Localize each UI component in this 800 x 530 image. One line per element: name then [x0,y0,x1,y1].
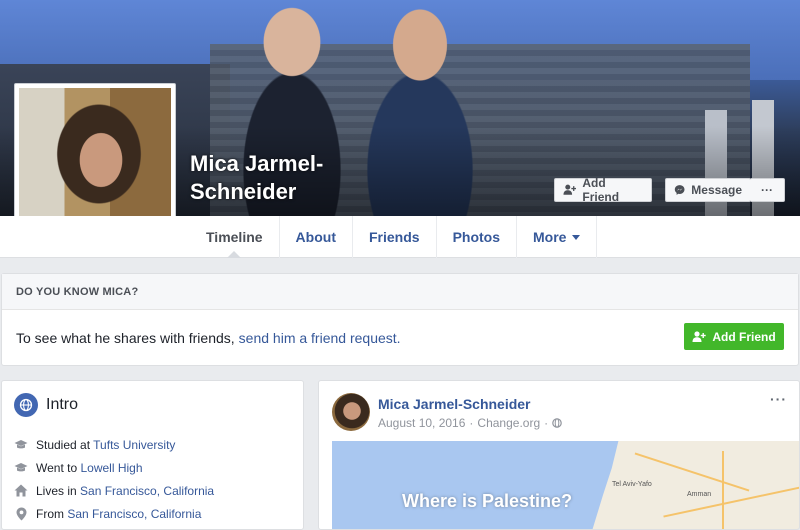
meta-separator-icon: · [469,416,474,430]
intro-item-prefix: Studied at [36,437,91,452]
intro-item-link[interactable]: Lowell High [80,461,142,475]
intro-header: Intro [14,393,78,417]
intro-item-prefix: Lives in [36,483,77,498]
caret-down-icon [572,234,581,240]
globe-icon [14,393,38,417]
tab-more[interactable]: More [517,216,598,258]
friend-request-link[interactable]: send him a friend request. [239,330,401,346]
profile-nav-bar: Timeline About Friends Photos More [0,216,800,258]
intro-item-prefix: Went to [36,460,78,475]
tab-photos[interactable]: Photos [437,216,518,258]
intro-item-prefix: From [36,506,64,521]
map-label: Amman [687,491,712,498]
graduation-cap-icon [14,461,28,475]
profile-name[interactable]: Mica Jarmel-Schneider [190,150,390,206]
meta-separator-icon: · [544,416,549,430]
post-options-icon[interactable]: ··· [770,391,787,407]
tab-timeline[interactable]: Timeline [190,216,280,258]
add-friend-button[interactable]: Add Friend [554,176,652,204]
tab-label: Timeline [206,229,263,245]
post-meta: August 10, 2016 · Change.org · [378,416,562,430]
intro-item-education: Studied at Tufts University [14,433,214,456]
add-friend-label: Add Friend [582,176,620,204]
tab-label: Friends [368,229,420,245]
intro-list: Studied at Tufts University Went to Lowe… [14,433,214,525]
map-label: Tel Aviv-Yafo [612,481,652,488]
intro-item-link[interactable]: San Francisco, California [80,484,214,498]
add-friend-icon [563,184,577,195]
timeline-post: Mica Jarmel-Schneider August 10, 2016 · … [318,380,800,530]
add-friend-green-button[interactable]: Add Friend [684,323,784,350]
add-friend-icon [692,330,707,342]
post-source: Change.org [477,416,541,430]
message-button[interactable]: Message [665,178,751,202]
intro-item-lives-in: Lives in San Francisco, California [14,479,214,502]
post-author-avatar[interactable] [332,393,370,431]
more-options-button[interactable]: ··· [750,178,785,202]
public-globe-icon[interactable] [552,418,562,428]
profile-tabs: Timeline About Friends Photos More [190,216,598,258]
tab-about[interactable]: About [280,216,353,258]
intro-title: Intro [46,396,79,413]
do-you-know-text: To see what he shares with friends, [16,330,235,346]
post-map-image[interactable]: Tel Aviv-Yafo Amman Where is Palestine? [332,441,799,529]
messenger-icon [674,185,685,195]
intro-card: Intro Studied at Tufts University Went t… [1,380,304,530]
do-you-know-heading: DO YOU KNOW MICA? [2,274,798,310]
post-author-name[interactable]: Mica Jarmel-Schneider [378,396,531,412]
intro-item-highschool: Went to Lowell High [14,456,214,479]
tab-label: About [295,229,336,245]
message-label: Message [691,183,742,197]
do-you-know-body: To see what he shares with friends, send… [2,310,798,366]
post-date[interactable]: August 10, 2016 [378,416,465,430]
map-title: Where is Palestine? [402,491,573,511]
more-options-icon: ··· [761,183,773,197]
home-icon [14,484,28,498]
intro-item-from: From San Francisco, California [14,502,214,525]
tab-label: Photos [452,229,501,245]
location-pin-icon [14,507,28,521]
graduation-cap-icon [14,438,28,452]
tab-label: More [533,229,567,245]
intro-item-link[interactable]: Tufts University [93,438,175,452]
tab-friends[interactable]: Friends [353,216,437,258]
do-you-know-card: DO YOU KNOW MICA? To see what he shares … [1,273,799,366]
add-friend-green-label: Add Friend [712,329,776,344]
map-road [722,451,724,529]
intro-item-link[interactable]: San Francisco, California [67,507,201,521]
